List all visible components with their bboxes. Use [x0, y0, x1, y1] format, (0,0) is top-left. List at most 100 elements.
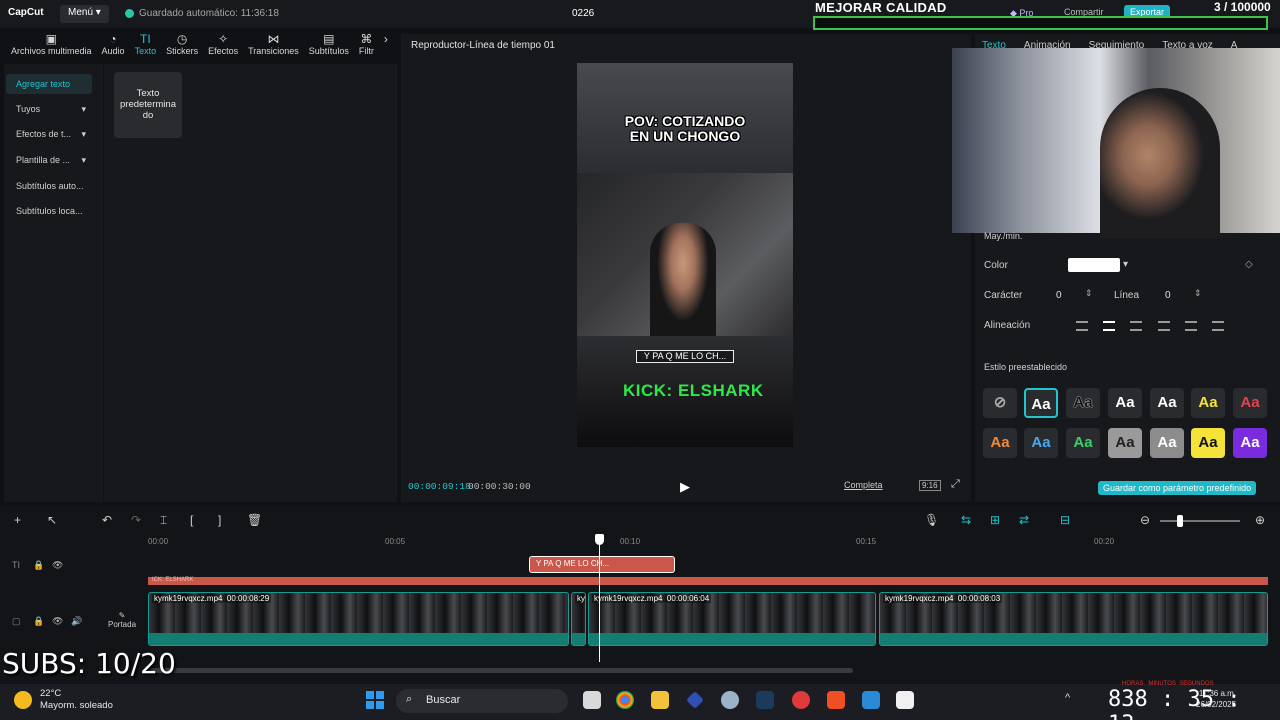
microphone-icon[interactable]: 🎙 — [924, 513, 939, 527]
task-view-icon[interactable] — [583, 691, 601, 709]
align-vbottom-icon[interactable] — [1212, 321, 1224, 331]
taskbar-search[interactable]: ⌕ Buscar — [396, 689, 568, 713]
chevron-up-icon[interactable]: ^ — [1065, 692, 1070, 704]
default-text-card[interactable]: Texto predetermina do — [114, 72, 182, 138]
kick-text-clip[interactable]: ICK: ELSHARK — [148, 577, 1268, 585]
playhead-line[interactable] — [599, 534, 600, 662]
preset-style-8[interactable]: Aa — [1024, 428, 1058, 458]
select-tool-icon[interactable]: ↖ — [47, 513, 57, 527]
fullscreen-icon[interactable]: ⤢ — [951, 478, 960, 491]
video-preview[interactable]: POV: COTIZANDO EN UN CHONGO Y PA Q ME LO… — [577, 63, 793, 447]
menu-item-add-text[interactable]: Agregar texto — [6, 74, 92, 94]
align-vtop-icon[interactable] — [1158, 321, 1170, 331]
char-spacing-input[interactable]: 0 — [1056, 290, 1062, 301]
tab-media[interactable]: ▣ Archivos multimedia — [6, 28, 97, 62]
tab-text[interactable]: TI Texto — [130, 28, 162, 62]
preset-style-11[interactable]: Aa — [1150, 428, 1184, 458]
preview-axis-icon[interactable]: ⇄ — [1019, 513, 1029, 527]
weather-widget[interactable]: 22°C Mayorm. soleado — [40, 688, 113, 712]
settings-icon[interactable] — [721, 691, 739, 709]
play-button[interactable]: ▶ — [680, 479, 690, 495]
photos-icon[interactable] — [862, 691, 880, 709]
tab-effects[interactable]: ✧ Efectos — [203, 28, 243, 62]
save-preset-button[interactable]: Guardar como parámetro predefinido — [1098, 481, 1257, 495]
file-explorer-icon[interactable] — [651, 691, 669, 709]
chrome-icon[interactable] — [616, 691, 634, 709]
zoom-slider-handle[interactable] — [1177, 515, 1183, 527]
preset-style-3[interactable]: Aa — [1108, 388, 1142, 418]
align-right-icon[interactable] — [1130, 321, 1142, 331]
capcut-taskbar-icon[interactable] — [896, 691, 914, 709]
align-center-icon[interactable] — [1103, 321, 1115, 331]
preset-style-5[interactable]: Aa — [1191, 388, 1225, 418]
cover-button[interactable]: ✎ Portada — [108, 611, 136, 629]
obs-icon[interactable] — [792, 691, 810, 709]
add-track-icon[interactable]: + — [14, 513, 21, 527]
menu-item-auto-subtitles[interactable]: Subtítulos auto... — [6, 176, 92, 196]
video-clip-3[interactable]: kymk19rvqxcz.mp4 00:00:06:04 — [588, 592, 876, 646]
project-name[interactable]: 0226 — [572, 8, 594, 19]
tab-transitions[interactable]: ⋈ Transiciones — [243, 28, 304, 62]
video-clip-2[interactable]: kym — [571, 592, 586, 646]
menu-item-local-subtitles[interactable]: Subtítulos loca... — [6, 201, 92, 221]
system-clock[interactable]: 11:36 a.m. 26/02/2025 — [1196, 688, 1236, 710]
preset-style-4[interactable]: Aa — [1150, 388, 1184, 418]
lock-icon[interactable]: 🔒 — [33, 560, 44, 571]
trim-left-icon[interactable]: [ — [190, 513, 193, 527]
track-options-icon[interactable]: ⊟ — [1060, 513, 1070, 527]
keyframe-icon[interactable]: ◇ — [1245, 259, 1253, 270]
undo-icon[interactable]: ↶ — [102, 513, 112, 527]
windows-start-button[interactable] — [366, 691, 384, 709]
zoom-in-icon[interactable]: ⊕ — [1255, 513, 1265, 527]
preset-style-10[interactable]: Aa — [1108, 428, 1142, 458]
preset-style-2[interactable]: Aa — [1066, 388, 1100, 418]
tab-audio[interactable]: ◔ Audio — [97, 28, 130, 62]
chevron-down-icon[interactable]: ▾ — [1123, 259, 1128, 270]
clip-name: kym — [575, 594, 585, 603]
align-vcenter-icon[interactable] — [1185, 321, 1197, 331]
stepper-icon[interactable]: ⇕ — [1194, 288, 1202, 299]
link-icon[interactable]: ⇆ — [961, 513, 971, 527]
zoom-out-icon[interactable]: ⊖ — [1140, 513, 1150, 527]
align-left-icon[interactable] — [1076, 321, 1088, 331]
steam-icon[interactable] — [756, 691, 774, 709]
menu-item-text-effects[interactable]: Efectos de t... ▾ — [6, 124, 92, 144]
delete-icon[interactable]: 🗑 — [247, 513, 262, 527]
menu-item-templates[interactable]: Plantilla de ... ▾ — [6, 150, 92, 170]
stepper-icon[interactable]: ⇕ — [1085, 288, 1093, 299]
preview-subtitle-box[interactable]: Y PA Q ME LO CH... — [636, 350, 734, 363]
preset-style-12[interactable]: Aa — [1191, 428, 1225, 458]
preset-none-icon[interactable]: ⊘ — [983, 388, 1017, 418]
brave-icon[interactable] — [827, 691, 845, 709]
color-picker[interactable] — [1068, 258, 1120, 272]
full-quality-button[interactable]: Completa — [844, 480, 883, 490]
volume-icon[interactable]: 🔊 — [71, 616, 82, 627]
playhead-handle[interactable] — [595, 534, 604, 545]
redo-icon[interactable]: ↷ — [131, 513, 141, 527]
menu-button[interactable]: Menú ▾ — [60, 5, 109, 23]
tabs-scroll-right[interactable]: › — [379, 28, 393, 62]
video-clip-4[interactable]: kymk19rvqxcz.mp4 00:00:08:03 — [879, 592, 1268, 646]
preset-style-1[interactable]: Aa — [1024, 388, 1058, 418]
preset-style-6[interactable]: Aa — [1233, 388, 1267, 418]
aspect-ratio-button[interactable]: 9:16 — [919, 480, 941, 491]
preset-style-7[interactable]: Aa — [983, 428, 1017, 458]
split-icon[interactable]: ⌶ — [160, 513, 167, 528]
lock-icon[interactable]: 🔒 — [33, 616, 44, 627]
trim-right-icon[interactable]: ] — [218, 513, 221, 527]
magnet-icon[interactable]: ⊞ — [990, 513, 1000, 527]
tab-stickers[interactable]: ◷ Stickers — [161, 28, 203, 62]
line-spacing-input[interactable]: 0 — [1165, 290, 1171, 301]
zoom-slider[interactable] — [1160, 520, 1240, 522]
preset-style-13[interactable]: Aa — [1233, 428, 1267, 458]
tab-filters[interactable]: ⌘ Filtr — [354, 28, 379, 62]
eye-icon[interactable]: 👁 — [52, 560, 63, 571]
tab-subtitles[interactable]: ▤ Subtítulos — [304, 28, 354, 62]
eye-icon[interactable]: 👁 — [52, 616, 63, 627]
text-clip[interactable]: Y PA Q ME LO CH... — [529, 556, 675, 573]
temperature: 22°C — [40, 688, 62, 699]
video-clip-1[interactable]: kymk19rvqxcz.mp4 00:00:08:29 — [148, 592, 569, 646]
timeline-scrollbar[interactable] — [148, 668, 853, 673]
preset-style-9[interactable]: Aa — [1066, 428, 1100, 458]
menu-item-mine[interactable]: Tuyos ▾ — [6, 99, 92, 119]
